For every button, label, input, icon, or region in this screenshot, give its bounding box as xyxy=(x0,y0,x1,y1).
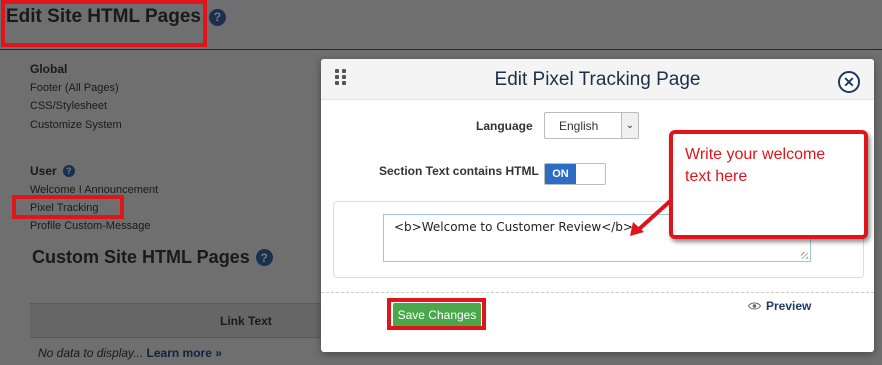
toggle-on-label: ON xyxy=(545,164,576,184)
modal-title: Edit Pixel Tracking Page xyxy=(494,69,701,90)
help-icon[interactable]: ? xyxy=(208,8,226,26)
highlight-page-title xyxy=(1,0,207,47)
nav-link-css[interactable]: CSS/Stylesheet xyxy=(30,100,107,112)
annotation-callout: Write your welcome text here xyxy=(669,130,868,239)
nav-link-customize[interactable]: Customize System xyxy=(30,119,122,131)
no-data-text: No data to display... xyxy=(38,346,144,360)
highlight-save-button xyxy=(387,298,486,330)
nav-link-profile-message[interactable]: Profile Custom-Message xyxy=(30,220,150,232)
section-html-label: Section Text contains HTML xyxy=(379,164,539,178)
nav-link-footer[interactable]: Footer (All Pages) xyxy=(30,82,119,94)
group-title-user: User ? xyxy=(30,164,75,178)
eye-icon xyxy=(748,302,761,310)
custom-pages-title: Custom Site HTML Pages ? xyxy=(32,247,273,268)
highlight-pixel-tracking xyxy=(12,195,124,219)
group-title-user-text: User xyxy=(30,164,57,178)
close-icon[interactable]: ✕ xyxy=(838,71,860,93)
language-select[interactable]: English ⌄ xyxy=(544,112,639,139)
language-selected-value: English xyxy=(559,119,599,133)
title-divider xyxy=(0,49,882,50)
modal-header: Edit Pixel Tracking Page ✕ xyxy=(321,59,874,100)
group-title-global: Global xyxy=(30,62,68,76)
resize-handle-icon[interactable] xyxy=(801,252,808,259)
language-label: Language xyxy=(476,119,533,133)
preview-link[interactable]: Preview xyxy=(748,299,811,313)
table-header: Link Text xyxy=(30,303,330,338)
editor-content: <b>Welcome to Customer Review</b> xyxy=(394,220,633,234)
help-icon[interactable]: ? xyxy=(62,165,75,177)
chevron-down-icon[interactable]: ⌄ xyxy=(621,113,638,138)
callout-text: Write your welcome text here xyxy=(685,146,826,185)
custom-pages-title-text: Custom Site HTML Pages xyxy=(32,247,250,267)
empty-table-message: No data to display... Learn more » xyxy=(38,346,222,360)
column-header-link-text: Link Text xyxy=(220,314,272,328)
footer-divider xyxy=(321,292,874,293)
learn-more-link[interactable]: Learn more » xyxy=(147,346,222,360)
html-toggle[interactable]: ON xyxy=(544,163,606,185)
help-icon[interactable]: ? xyxy=(255,249,273,266)
preview-label: Preview xyxy=(766,299,812,313)
